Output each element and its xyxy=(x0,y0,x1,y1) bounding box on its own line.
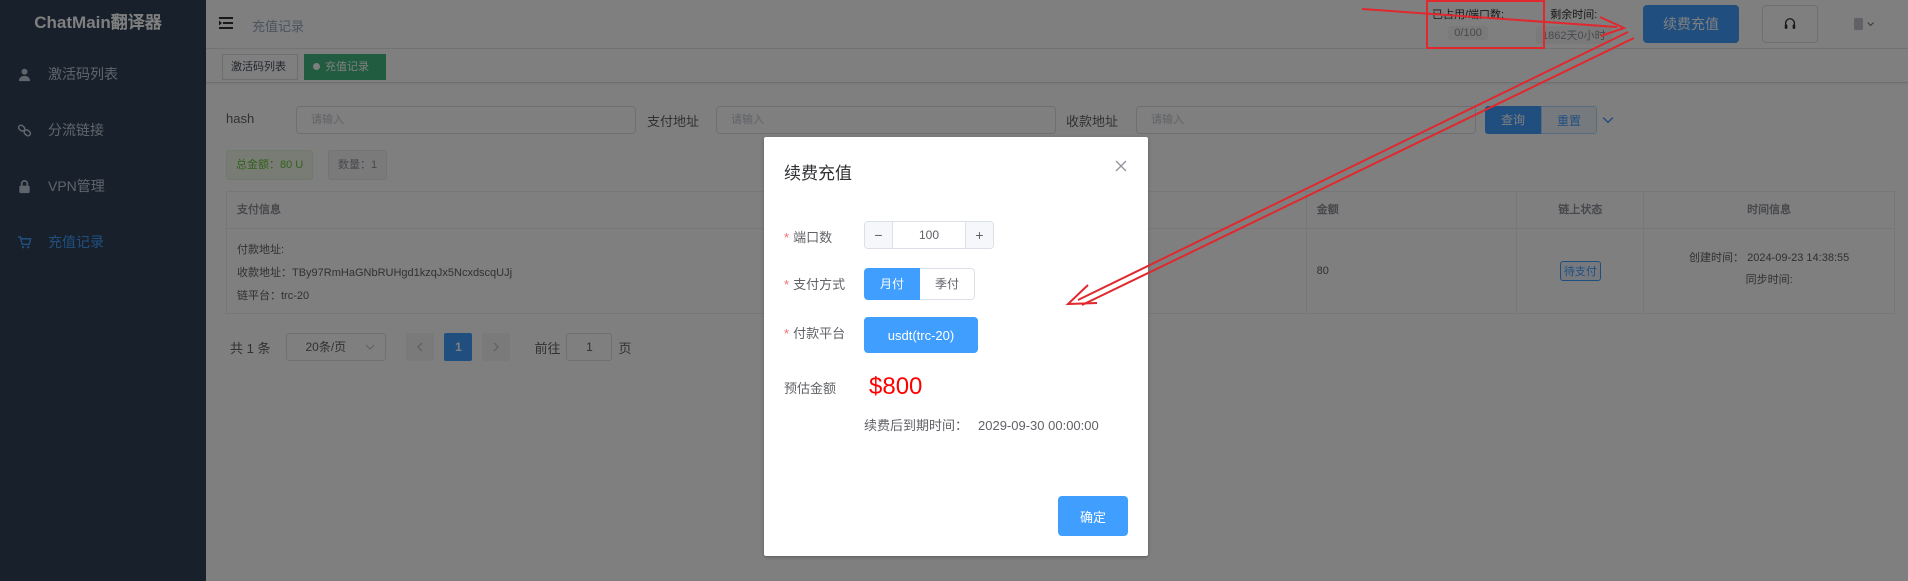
port-count-value[interactable]: 100 xyxy=(893,222,965,248)
expire-time: 续费后到期时间： 2029-09-30 00:00:00 xyxy=(864,415,1109,434)
decrement-button[interactable]: − xyxy=(865,222,893,248)
pay-method-label: * 支付方式 xyxy=(784,274,845,293)
pay-monthly-option[interactable]: 月付 xyxy=(864,268,921,300)
pay-method-radio-group: 月付 季付 xyxy=(864,268,976,300)
required-mark: * xyxy=(784,326,790,341)
estimate-label: 预估金额 xyxy=(784,381,837,396)
estimate-amount: $800 xyxy=(869,373,923,400)
platform-usdt-button[interactable]: usdt(trc-20) xyxy=(864,317,978,353)
label-text: 支付方式 xyxy=(793,277,846,292)
port-count-label: * 端口数 xyxy=(784,227,832,246)
label-text: 端口数 xyxy=(793,230,833,245)
expire-value: 2029-09-30 00:00:00 xyxy=(978,418,1099,433)
required-mark: * xyxy=(784,230,790,245)
platform-label: * 付款平台 xyxy=(784,323,845,342)
expire-label: 续费后到期时间： xyxy=(864,418,969,433)
label-text: 付款平台 xyxy=(793,326,846,341)
required-mark: * xyxy=(784,277,790,292)
annotation-highlight-box xyxy=(1426,0,1545,49)
close-icon[interactable] xyxy=(1114,159,1128,173)
confirm-button[interactable]: 确定 xyxy=(1058,496,1128,536)
pay-quarterly-option[interactable]: 季付 xyxy=(920,268,976,300)
port-count-stepper[interactable]: − 100 + xyxy=(864,221,994,249)
dialog-title: 续费充值 xyxy=(784,164,852,183)
renew-dialog: 续费充值 * 端口数 − 100 + * 支付方式 月付 季付 * 付款平台 usdt… xyxy=(764,137,1148,556)
increment-button[interactable]: + xyxy=(965,222,993,248)
